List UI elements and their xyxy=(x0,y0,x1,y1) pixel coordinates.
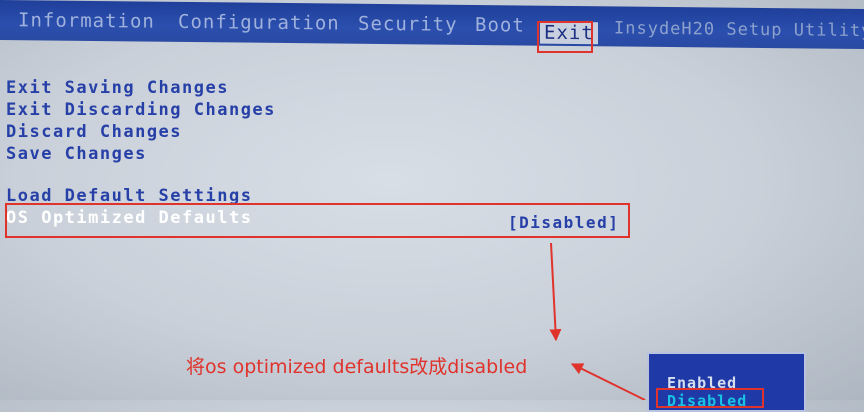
annotation-text: 将os optimized defaults改成disabled xyxy=(186,356,528,378)
arrow-to-popup xyxy=(570,363,646,400)
arrow-down xyxy=(549,242,562,342)
annotation-arrows xyxy=(549,242,646,400)
disabled-highlight-box xyxy=(656,388,764,408)
